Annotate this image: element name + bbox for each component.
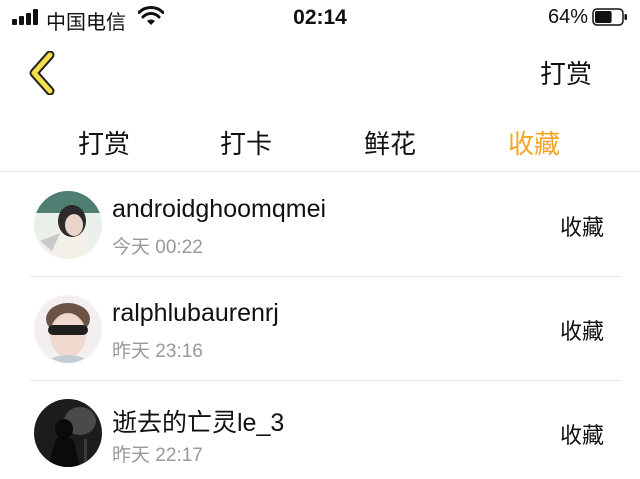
favorite-time: 今天 00:22	[112, 237, 203, 258]
user-name: 逝去的亡灵le_3	[112, 409, 285, 437]
list-item[interactable]: ralphlubaurenrj 昨天 23:16 收藏	[0, 277, 640, 381]
battery-icon	[592, 8, 628, 26]
avatar[interactable]	[34, 295, 102, 363]
tab-flowers[interactable]: 鲜花	[350, 124, 430, 161]
list-item[interactable]: 逝去的亡灵le_3 昨天 22:17 收藏	[0, 381, 640, 479]
status-time: 02:14	[293, 6, 347, 29]
list-item[interactable]: androidghoomqmei 今天 00:22 收藏	[0, 173, 640, 277]
tab-tip[interactable]: 打赏	[64, 124, 144, 161]
tab-checkin[interactable]: 打卡	[206, 124, 286, 161]
avatar[interactable]	[34, 399, 102, 467]
tab-favorites[interactable]: 收藏	[494, 124, 574, 161]
status-bar: 中国电信 02:14 64%	[0, 0, 640, 36]
favorite-label: 收藏	[559, 423, 604, 448]
tip-button[interactable]: 打赏	[540, 54, 592, 91]
navigation-bar: 打赏	[0, 40, 640, 106]
chevron-left-icon	[29, 51, 55, 95]
back-button[interactable]	[22, 50, 62, 96]
user-name: androidghoomqmei	[112, 195, 327, 223]
favorite-time: 昨天 22:17	[112, 445, 203, 466]
battery-percentage: 64%	[547, 6, 588, 28]
avatar[interactable]	[34, 191, 102, 259]
favorite-time: 昨天 23:16	[112, 341, 203, 362]
user-name: ralphlubaurenrj	[112, 299, 279, 327]
favorites-list: androidghoomqmei 今天 00:22 收藏 ralphlubaur…	[0, 173, 640, 479]
tab-bar: 打赏 打卡 鲜花 收藏	[0, 110, 640, 172]
favorite-label: 收藏	[559, 215, 604, 240]
favorite-label: 收藏	[559, 319, 604, 344]
